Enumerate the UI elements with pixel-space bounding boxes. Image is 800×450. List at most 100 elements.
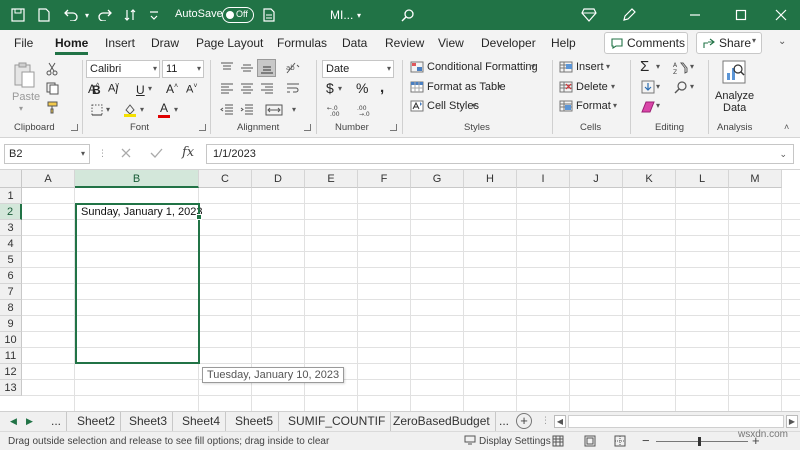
tab-formulas[interactable]: Formulas — [277, 36, 327, 50]
row-header-10[interactable]: 10 — [0, 332, 22, 348]
cell-styles-dropdown-icon[interactable]: ▾ — [472, 101, 476, 110]
comments-button[interactable]: Comments — [604, 32, 688, 54]
conditional-formatting-dropdown-icon[interactable]: ▾ — [531, 62, 535, 71]
comma-style-icon[interactable]: , — [380, 79, 384, 96]
currency-dropdown-icon[interactable]: ▾ — [338, 84, 342, 93]
align-middle-icon[interactable] — [238, 60, 256, 76]
column-header-d[interactable]: D — [252, 170, 305, 188]
merge-center-icon[interactable] — [262, 102, 288, 118]
display-settings-button[interactable]: Display Settings — [479, 436, 551, 447]
sheet-tab-sheet4[interactable]: Sheet4 — [177, 412, 227, 431]
share-button[interactable]: Share ▾ — [696, 32, 762, 54]
column-header-j[interactable]: J — [570, 170, 623, 188]
autosum-dropdown-icon[interactable]: ▾ — [656, 62, 660, 71]
cell-styles-icon[interactable] — [409, 99, 425, 113]
font-size-combo[interactable]: 11 ▾ — [162, 60, 204, 78]
find-select-dropdown-icon[interactable]: ▾ — [690, 82, 694, 91]
conditional-formatting-button[interactable]: Conditional Formatting — [427, 61, 538, 73]
display-settings-icon[interactable] — [464, 435, 476, 448]
sheet-tab-sheet2[interactable]: Sheet2 — [72, 412, 122, 431]
fill-handle[interactable] — [196, 214, 202, 220]
name-box[interactable]: B2 ▾ — [4, 144, 90, 164]
decrease-decimal-icon[interactable]: .00 →.0 — [356, 102, 378, 118]
undo-icon[interactable] — [60, 6, 82, 24]
decrease-font-size-icon[interactable]: A˅ — [186, 83, 197, 96]
increase-indent-icon[interactable] — [238, 102, 256, 118]
document-icon[interactable] — [262, 6, 276, 24]
italic-icon[interactable]: I — [115, 83, 118, 97]
zoom-slider-track[interactable] — [656, 441, 748, 442]
format-as-table-button[interactable]: Format as Table — [427, 81, 506, 93]
cancel-entry-icon[interactable] — [120, 147, 132, 162]
increase-decimal-icon[interactable]: ←.0.00 — [326, 102, 348, 118]
add-sheet-icon[interactable]: + — [516, 413, 532, 429]
sheet-tab-sumif-countif[interactable]: SUMIF_COUNTIF — [283, 412, 392, 431]
maximize-icon[interactable] — [732, 6, 750, 24]
row-header-3[interactable]: 3 — [0, 220, 22, 236]
expand-formula-bar-icon[interactable]: ⌄ — [779, 145, 787, 163]
close-icon[interactable] — [772, 6, 790, 24]
tab-developer[interactable]: Developer — [481, 36, 536, 50]
tab-review[interactable]: Review — [385, 36, 424, 50]
horizontal-scrollbar[interactable] — [568, 415, 784, 428]
row-header-4[interactable]: 4 — [0, 236, 22, 252]
insert-function-icon[interactable]: fx — [182, 145, 194, 160]
column-header-a[interactable]: A — [22, 170, 75, 188]
tab-file[interactable]: File — [14, 36, 33, 50]
alignment-launcher-icon[interactable] — [304, 124, 311, 131]
increase-font-size-icon[interactable]: A˄ — [166, 82, 178, 96]
scroll-left-icon[interactable]: ◀ — [554, 415, 566, 428]
row-header-9[interactable]: 9 — [0, 316, 22, 332]
column-header-e[interactable]: E — [305, 170, 358, 188]
row-header-8[interactable]: 8 — [0, 300, 22, 316]
clipboard-launcher-icon[interactable] — [71, 124, 78, 131]
currency-icon[interactable]: $ — [326, 80, 334, 96]
undo-dropdown-icon[interactable]: ▾ — [82, 6, 92, 24]
sheet-tab-more-right[interactable]: ... — [494, 412, 514, 431]
insert-cells-button[interactable]: Insert — [576, 61, 604, 73]
tab-draw[interactable]: Draw — [151, 36, 179, 50]
format-as-table-dropdown-icon[interactable]: ▾ — [498, 82, 502, 91]
align-center-icon[interactable] — [238, 81, 256, 97]
column-header-i[interactable]: I — [517, 170, 570, 188]
clear-icon[interactable] — [640, 99, 656, 115]
number-format-combo[interactable]: Date ▾ — [322, 60, 394, 78]
sheet-tab-more-left[interactable]: ... — [46, 412, 68, 431]
analyze-data-label-line1[interactable]: Analyze — [715, 90, 754, 102]
underline-dropdown-icon[interactable]: ▾ — [148, 84, 152, 93]
column-header-h[interactable]: H — [464, 170, 517, 188]
find-select-icon[interactable] — [672, 79, 690, 95]
delete-cells-button[interactable]: Delete — [576, 81, 608, 93]
clear-dropdown-icon[interactable]: ▾ — [656, 101, 660, 110]
delete-dropdown-icon[interactable]: ▾ — [611, 82, 615, 91]
fill-color-icon[interactable] — [122, 102, 138, 118]
column-header-c[interactable]: C — [199, 170, 252, 188]
format-cells-button[interactable]: Format — [576, 100, 611, 112]
paste-dropdown-icon[interactable]: ▾ — [19, 104, 23, 113]
format-cells-icon[interactable] — [558, 99, 574, 113]
tab-view[interactable]: View — [438, 36, 464, 50]
sort-filter-icon[interactable]: AZ — [672, 60, 690, 76]
font-color-dropdown-icon[interactable]: ▾ — [174, 105, 178, 114]
new-file-icon[interactable] — [36, 6, 52, 24]
row-header-2[interactable]: 2 — [0, 204, 22, 220]
customize-toolbar-icon[interactable] — [146, 6, 162, 24]
bold-icon[interactable]: B — [92, 83, 101, 97]
number-launcher-icon[interactable] — [390, 124, 397, 131]
select-all-corner[interactable] — [0, 170, 22, 188]
font-color-icon[interactable]: A — [160, 101, 168, 115]
row-header-7[interactable]: 7 — [0, 284, 22, 300]
orientation-icon[interactable]: ab — [282, 60, 304, 76]
cut-icon[interactable] — [44, 61, 60, 77]
confirm-entry-icon[interactable] — [150, 147, 163, 162]
zoom-out-button[interactable]: − — [642, 433, 650, 448]
align-left-icon[interactable] — [218, 81, 236, 97]
scroll-right-icon[interactable]: ▶ — [786, 415, 798, 428]
wrap-text-icon[interactable] — [282, 81, 304, 97]
delete-cells-icon[interactable] — [558, 80, 574, 94]
column-header-g[interactable]: G — [411, 170, 464, 188]
format-painter-icon[interactable] — [44, 99, 60, 115]
font-launcher-icon[interactable] — [199, 124, 206, 131]
insert-dropdown-icon[interactable]: ▾ — [606, 62, 610, 71]
tab-help[interactable]: Help — [551, 36, 576, 50]
